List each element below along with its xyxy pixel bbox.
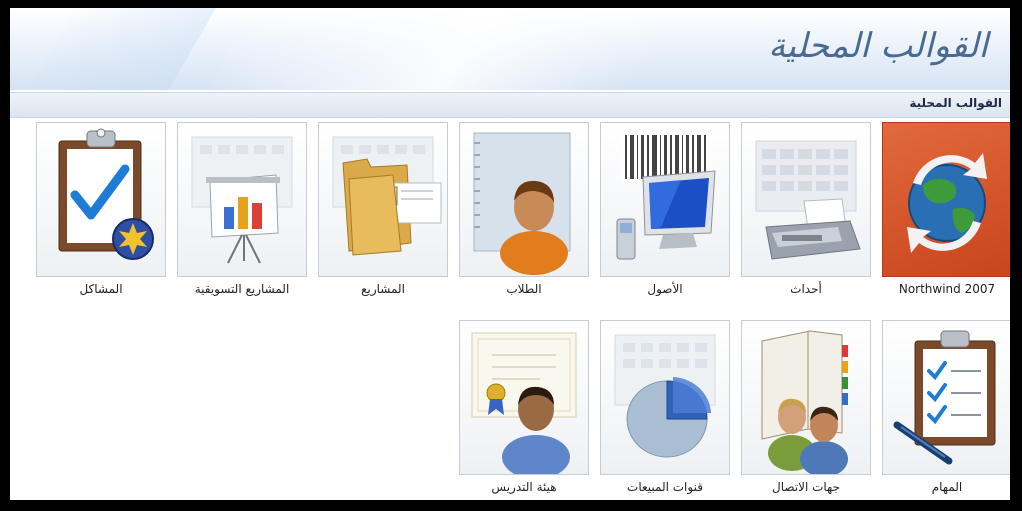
clipboard-checklist-icon — [883, 321, 1010, 474]
page-title: القوالب المحلية — [768, 26, 988, 66]
template-thumbnail[interactable] — [177, 122, 307, 277]
template-label[interactable]: الطلاب — [449, 282, 599, 296]
template-label[interactable]: المشاكل — [26, 282, 176, 296]
template-thumbnail[interactable] — [882, 320, 1010, 475]
student-notebook-icon — [460, 123, 588, 276]
template-events[interactable]: أحداث — [741, 122, 871, 296]
presentation-chart-icon — [178, 123, 306, 276]
template-tasks[interactable]: المهام — [882, 320, 1010, 494]
template-thumbnail[interactable] — [459, 320, 589, 475]
template-thumbnail[interactable] — [36, 122, 166, 277]
contacts-book-icon — [742, 321, 870, 474]
template-thumbnail[interactable] — [318, 122, 448, 277]
section-header: القوالب المحلية — [10, 92, 1010, 118]
clipboard-check-icon — [37, 123, 165, 276]
template-northwind[interactable]: Northwind 2007 — [882, 122, 1010, 296]
template-label[interactable]: المهام — [872, 480, 1010, 494]
template-thumbnail[interactable] — [600, 320, 730, 475]
faculty-certificate-icon — [460, 321, 588, 474]
globe-refresh-icon — [883, 123, 1010, 276]
template-thumbnail[interactable] — [459, 122, 589, 277]
template-thumbnail[interactable] — [600, 122, 730, 277]
pie-chart-icon — [601, 321, 729, 474]
template-faculty[interactable]: هيئة التدريس — [459, 320, 589, 494]
template-label[interactable]: أحداث — [731, 282, 881, 296]
template-issues[interactable]: المشاكل — [36, 122, 166, 296]
template-thumbnail[interactable] — [741, 122, 871, 277]
folder-icon — [319, 123, 447, 276]
template-contacts[interactable]: جهات الاتصال — [741, 320, 871, 494]
template-label[interactable]: Northwind 2007 — [872, 282, 1010, 296]
computer-barcode-icon — [601, 123, 729, 276]
template-label[interactable]: المشاريع — [308, 282, 458, 296]
template-projects[interactable]: المشاريع — [318, 122, 448, 296]
template-sales-pipeline[interactable]: قنوات المبيعات — [600, 320, 730, 494]
template-students[interactable]: الطلاب — [459, 122, 589, 296]
template-thumbnail[interactable] — [741, 320, 871, 475]
template-label[interactable]: المشاريع التسويقية — [167, 282, 317, 296]
templates-window: القوالب المحلية القوالب المحلية Northwin… — [10, 8, 1010, 500]
template-thumbnail[interactable] — [882, 122, 1010, 277]
template-label[interactable]: قنوات المبيعات — [590, 480, 740, 494]
fax-calendar-icon — [742, 123, 870, 276]
banner: القوالب المحلية — [10, 8, 1010, 90]
section-label: القوالب المحلية — [909, 96, 1002, 110]
template-label[interactable]: جهات الاتصال — [731, 480, 881, 494]
template-label[interactable]: هيئة التدريس — [449, 480, 599, 494]
template-marketing-projects[interactable]: المشاريع التسويقية — [177, 122, 307, 296]
template-assets[interactable]: الأصول — [600, 122, 730, 296]
template-label[interactable]: الأصول — [590, 282, 740, 296]
